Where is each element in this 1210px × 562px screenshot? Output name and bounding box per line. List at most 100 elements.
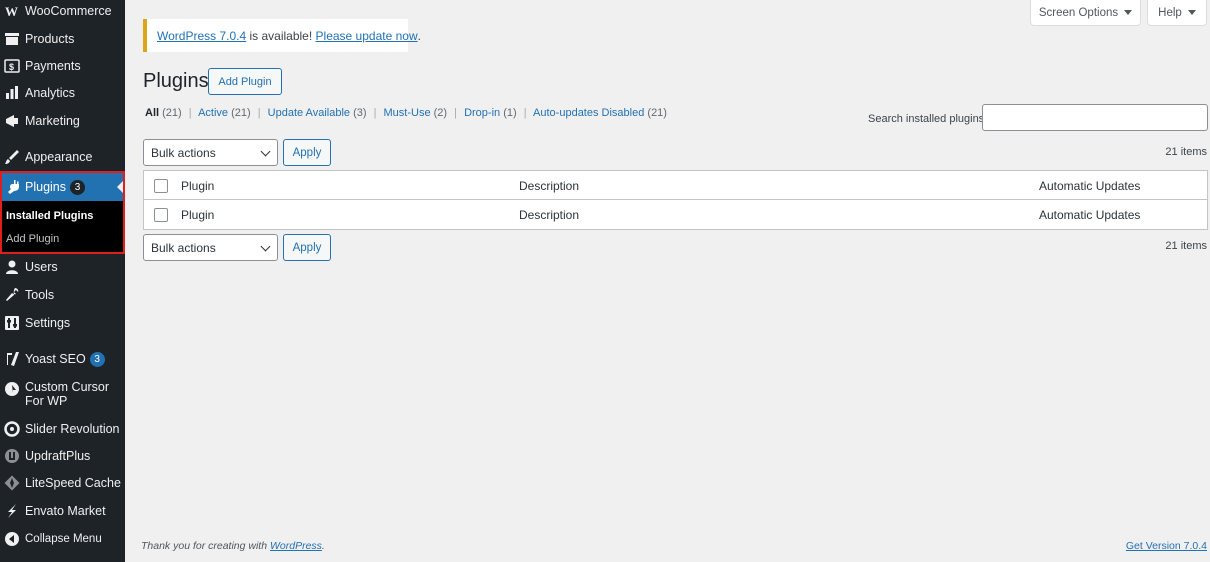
help-label: Help bbox=[1158, 6, 1182, 19]
wordpress-link[interactable]: WordPress bbox=[270, 540, 322, 552]
marketing-icon bbox=[3, 112, 21, 130]
table-footer-row: Plugin Description Automatic Updates bbox=[144, 200, 1207, 229]
sidebar-item-tools[interactable]: Tools bbox=[0, 282, 125, 308]
footer-thanks-end: . bbox=[321, 540, 325, 552]
bulk-actions-label: Bulk actions bbox=[151, 240, 216, 255]
collapse-menu-button[interactable]: Collapse Menu bbox=[0, 526, 125, 552]
sidebar-item-label: Payments bbox=[25, 59, 81, 73]
bulk-actions-select-top[interactable]: Bulk actions bbox=[143, 139, 278, 166]
custom-cursor-icon bbox=[3, 380, 21, 398]
sidebar-item-label: Yoast SEO bbox=[25, 352, 86, 366]
svg-text:$: $ bbox=[9, 62, 14, 72]
updraftplus-icon bbox=[3, 447, 21, 465]
sidebar-item-label: Collapse Menu bbox=[25, 533, 102, 545]
filter-count: (21) bbox=[647, 107, 667, 119]
collapse-icon bbox=[3, 530, 21, 548]
sidebar-item-slider-revolution[interactable]: Slider Revolution bbox=[0, 416, 125, 442]
column-footer-description: Description bbox=[519, 208, 580, 222]
filter-must-use[interactable]: Must-Use bbox=[384, 107, 431, 119]
sidebar-item-marketing[interactable]: Marketing bbox=[0, 108, 125, 134]
apply-button-top[interactable]: Apply bbox=[283, 139, 331, 166]
bulk-actions-label: Bulk actions bbox=[151, 145, 216, 160]
plugins-menu-block: Plugins 3 Installed Plugins Add Plugin bbox=[0, 171, 125, 254]
column-footer-plugin[interactable]: Plugin bbox=[181, 208, 214, 222]
svg-text:W: W bbox=[5, 4, 18, 19]
filter-update-available[interactable]: Update Available bbox=[268, 107, 350, 119]
bulk-actions-select-bottom[interactable]: Bulk actions bbox=[143, 234, 278, 261]
plugin-status-filters: All (21) | Active (21) | Update Availabl… bbox=[145, 107, 667, 119]
filter-separator: | bbox=[454, 107, 458, 119]
sidebar-item-updraftplus[interactable]: UpdraftPlus bbox=[0, 443, 125, 469]
search-input[interactable] bbox=[982, 104, 1208, 131]
sidebar-item-users[interactable]: Users bbox=[0, 254, 125, 280]
settings-icon bbox=[3, 314, 21, 332]
filter-separator: | bbox=[188, 107, 192, 119]
update-now-link[interactable]: Please update now bbox=[316, 29, 418, 43]
column-footer-automatic-updates: Automatic Updates bbox=[1039, 208, 1141, 222]
yoast-icon bbox=[3, 350, 21, 368]
search-label: Search installed plugins bbox=[868, 113, 985, 125]
sidebar-item-label: LiteSpeed Cache bbox=[25, 476, 121, 490]
caret-down-icon bbox=[1187, 10, 1196, 15]
caret-down-icon bbox=[1124, 10, 1133, 15]
filter-active[interactable]: Active bbox=[198, 107, 228, 119]
sidebar-item-settings[interactable]: Settings bbox=[0, 310, 125, 336]
sidebar-item-products[interactable]: Products bbox=[0, 26, 125, 52]
filter-separator: | bbox=[257, 107, 261, 119]
sidebar-item-label: Marketing bbox=[25, 114, 80, 128]
tools-icon bbox=[3, 286, 21, 304]
plugins-table: Plugin Description Automatic Updates Plu… bbox=[143, 170, 1208, 230]
plugins-update-badge: 3 bbox=[70, 179, 85, 195]
submenu-add-plugin[interactable]: Add Plugin bbox=[6, 233, 59, 245]
column-header-automatic-updates: Automatic Updates bbox=[1039, 179, 1141, 193]
wordpress-version-link[interactable]: WordPress 7.0.4 bbox=[157, 29, 246, 43]
sidebar-item-yoast-seo[interactable]: Yoast SEO 3 bbox=[0, 346, 125, 372]
footer-thanks: Thank you for creating with WordPress. bbox=[141, 540, 325, 552]
admin-sidebar: W WooCommerce Products $ Payments Analyt… bbox=[0, 0, 125, 562]
sidebar-item-label: Slider Revolution bbox=[25, 422, 120, 436]
sidebar-item-analytics[interactable]: Analytics bbox=[0, 80, 125, 106]
help-button[interactable]: Help bbox=[1147, 0, 1207, 26]
filter-separator: | bbox=[373, 107, 377, 119]
get-version-link[interactable]: Get Version 7.0.4 bbox=[1126, 540, 1207, 552]
submenu-installed-plugins[interactable]: Installed Plugins bbox=[6, 210, 93, 222]
envato-icon bbox=[3, 502, 21, 520]
select-all-checkbox[interactable] bbox=[154, 208, 168, 222]
sidebar-item-custom-cursor[interactable]: Custom Cursor For WP bbox=[0, 380, 125, 412]
sidebar-item-appearance[interactable]: Appearance bbox=[0, 144, 125, 170]
items-count-top: 21 items bbox=[1165, 146, 1207, 158]
apply-button-bottom[interactable]: Apply bbox=[283, 234, 331, 261]
sidebar-item-label: Tools bbox=[25, 288, 55, 302]
notice-end: . bbox=[417, 28, 421, 43]
filter-auto-updates-disabled[interactable]: Auto-updates Disabled bbox=[533, 107, 644, 119]
sidebar-item-label: Users bbox=[25, 260, 58, 274]
litespeed-icon bbox=[3, 474, 21, 492]
sidebar-item-label: Settings bbox=[25, 316, 71, 330]
notice-text: is available! bbox=[246, 28, 316, 43]
sidebar-item-label: Envato Market bbox=[25, 504, 106, 518]
sidebar-item-litespeed-cache[interactable]: LiteSpeed Cache bbox=[0, 470, 125, 496]
filter-all[interactable]: All bbox=[145, 107, 159, 119]
screen-options-button[interactable]: Screen Options bbox=[1030, 0, 1141, 26]
sidebar-item-payments[interactable]: $ Payments bbox=[0, 53, 125, 79]
analytics-icon bbox=[3, 84, 21, 102]
sidebar-item-label: WooCommerce bbox=[25, 4, 112, 18]
sidebar-item-woocommerce[interactable]: W WooCommerce bbox=[0, 0, 125, 24]
sidebar-item-plugins[interactable]: Plugins 3 bbox=[2, 173, 123, 201]
appearance-icon bbox=[3, 148, 21, 166]
users-icon bbox=[3, 258, 21, 276]
add-plugin-button[interactable]: Add Plugin bbox=[208, 68, 282, 95]
footer-thanks-text: Thank you for creating with bbox=[141, 540, 270, 552]
column-header-plugin[interactable]: Plugin bbox=[181, 179, 214, 193]
slider-revolution-icon bbox=[3, 420, 21, 438]
update-notice: WordPress 7.0.4 is available! Please upd… bbox=[143, 19, 421, 52]
filter-drop-in[interactable]: Drop-in bbox=[464, 107, 500, 119]
chevron-down-icon bbox=[260, 241, 271, 252]
sidebar-item-label: Custom Cursor For WP bbox=[25, 380, 110, 408]
filter-separator: | bbox=[523, 107, 527, 119]
sidebar-item-label: UpdraftPlus bbox=[25, 449, 91, 463]
payments-icon: $ bbox=[3, 57, 21, 75]
plugins-submenu: Installed Plugins Add Plugin bbox=[2, 201, 123, 252]
select-all-checkbox[interactable] bbox=[154, 179, 168, 193]
sidebar-item-envato-market[interactable]: Envato Market bbox=[0, 498, 125, 524]
